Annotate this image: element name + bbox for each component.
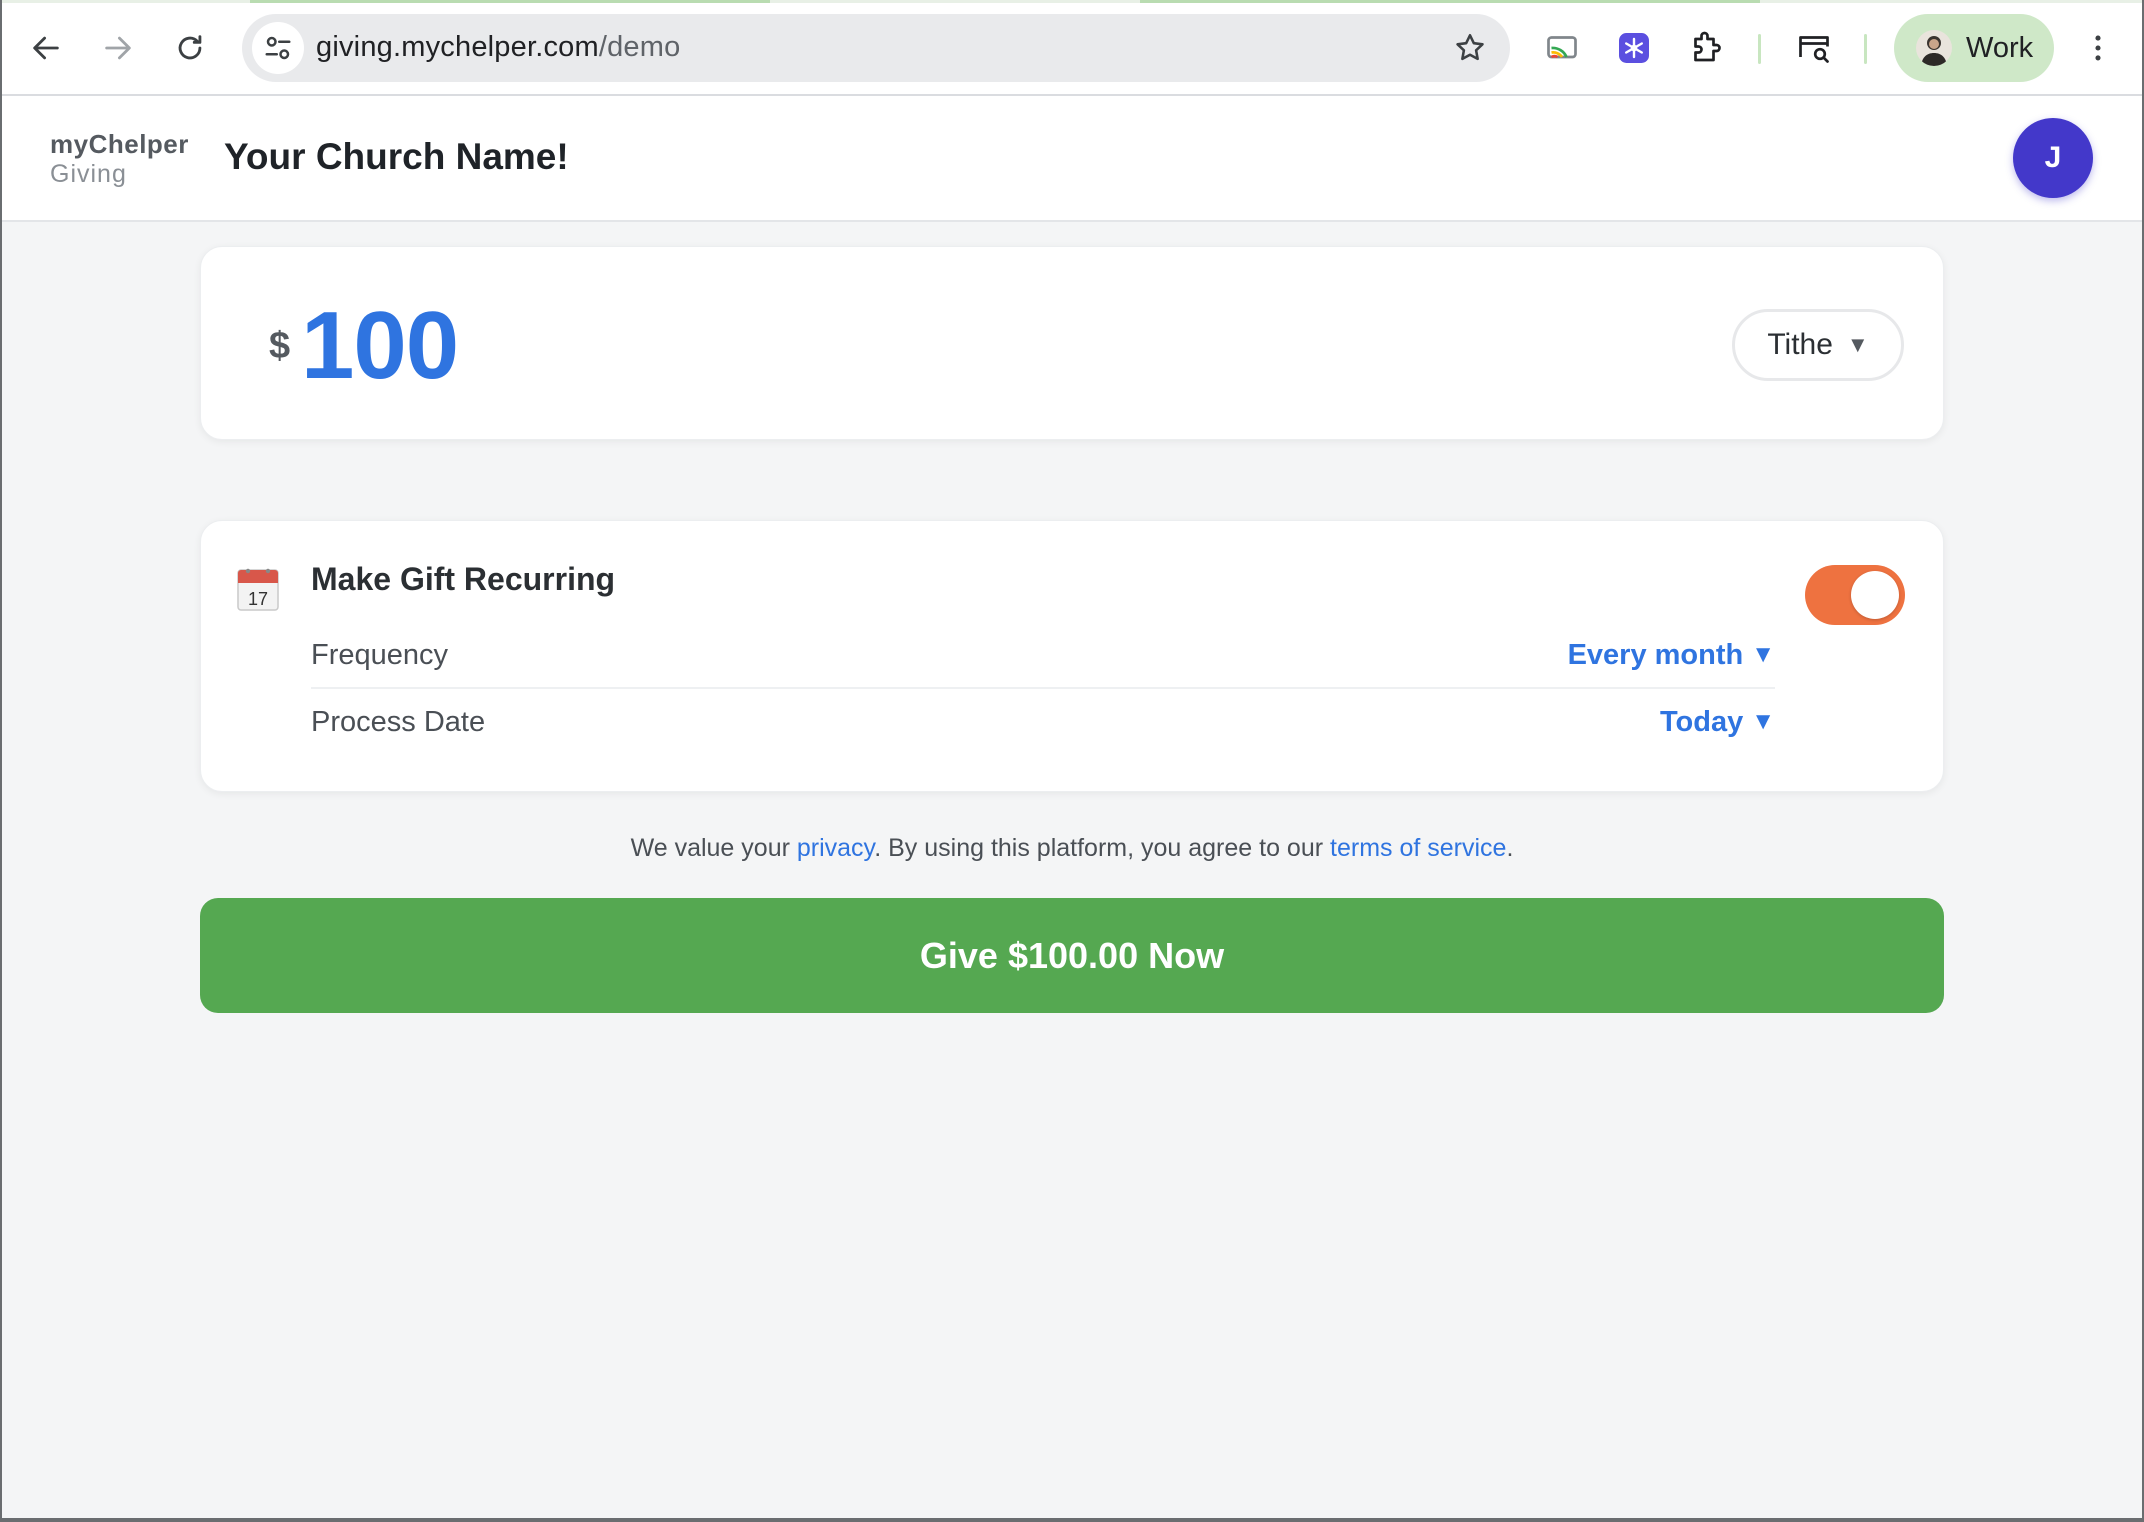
bookmark-button[interactable] (1452, 30, 1488, 66)
tune-icon (265, 36, 291, 60)
url-path: /demo (598, 31, 681, 63)
arrow-left-icon (33, 36, 59, 60)
legal-prefix: We value your (630, 834, 797, 862)
amount-input[interactable]: 100 (301, 291, 459, 401)
profile-name: Work (1966, 31, 2034, 64)
recurring-title: Make Gift Recurring (311, 561, 616, 597)
amount-card: $ 100 Tithe ▼ (200, 246, 1944, 440)
fund-select[interactable]: Tithe ▼ (1732, 309, 1904, 381)
toggle-knob (1851, 571, 1899, 619)
back-button[interactable] (22, 24, 70, 72)
fund-selected-value: Tithe (1767, 328, 1833, 361)
legal-notice: We value your privacy. By using this pla… (200, 834, 1944, 863)
legal-suffix: . (1506, 834, 1514, 862)
window-border (0, 1518, 2144, 1522)
brand-name: myChelper (50, 129, 189, 159)
frequency-value: Every month (1567, 638, 1744, 671)
user-avatar-button[interactable]: J (2013, 118, 2093, 198)
process-date-value: Today (1659, 705, 1744, 738)
search-tab-icon (1799, 36, 1829, 63)
privacy-link[interactable]: privacy (797, 834, 874, 862)
reload-button[interactable] (166, 24, 214, 72)
side-panel-button[interactable] (1790, 24, 1838, 72)
frequency-label: Frequency (311, 638, 449, 671)
give-now-button[interactable]: Give $100.00 Now (200, 898, 1944, 1013)
app-header: myChelper Giving Your Church Name! J (0, 96, 2144, 222)
extensions-button[interactable] (1682, 24, 1730, 72)
currency-symbol: $ (269, 325, 291, 367)
page-title: Your Church Name! (224, 136, 569, 177)
frequency-row: Frequency Every month ▼ (311, 623, 1775, 689)
caret-down-icon: ▼ (1751, 708, 1775, 735)
caret-down-icon: ▼ (1846, 332, 1869, 357)
tab-strip-edge (0, 0, 2144, 3)
brand-product: Giving (50, 159, 127, 188)
legal-middle: . By using this platform, you agree to o… (874, 834, 1331, 862)
star-icon (1456, 33, 1484, 61)
puzzle-icon (1694, 31, 1721, 62)
profile-photo-icon (1916, 30, 1952, 66)
cast-icon (1547, 36, 1577, 59)
cast-button[interactable] (1538, 24, 1586, 72)
caret-down-icon: ▼ (1751, 641, 1775, 668)
snowflake-extension-button[interactable] (1610, 24, 1658, 72)
site-info-button[interactable] (252, 22, 304, 74)
toolbar-divider (1758, 34, 1761, 64)
snowflake-icon (1619, 33, 1649, 63)
window-border (0, 0, 2, 1522)
address-bar[interactable]: giving.mychelper.com/demo (242, 14, 1510, 82)
frequency-select[interactable]: Every month ▼ (1568, 639, 1775, 672)
recurring-toggle[interactable] (1805, 565, 1905, 625)
process-date-row: Process Date Today ▼ (311, 689, 1775, 755)
kebab-menu-icon (2095, 35, 2101, 61)
url-text[interactable]: giving.mychelper.com/demo (316, 31, 680, 64)
browser-toolbar: giving.mychelper.com/demo Work (0, 0, 2144, 96)
browser-menu-button[interactable] (2074, 24, 2122, 72)
process-date-label: Process Date (311, 705, 486, 738)
url-host: giving.mychelper.com (316, 31, 599, 63)
toolbar-divider (1864, 34, 1867, 64)
reload-icon (178, 35, 202, 60)
arrow-right-icon (105, 36, 131, 60)
calendar-day: 17 (248, 589, 268, 609)
terms-link[interactable]: terms of service (1330, 834, 1506, 862)
calendar-icon: 17 (237, 567, 279, 611)
profile-button[interactable]: Work (1894, 14, 2054, 82)
recurring-card: 17 Make Gift Recurring Frequency Every m… (200, 520, 1944, 792)
forward-button[interactable] (94, 24, 142, 72)
process-date-select[interactable]: Today ▼ (1660, 706, 1775, 739)
brand-logo[interactable]: myChelper Giving (50, 129, 189, 189)
